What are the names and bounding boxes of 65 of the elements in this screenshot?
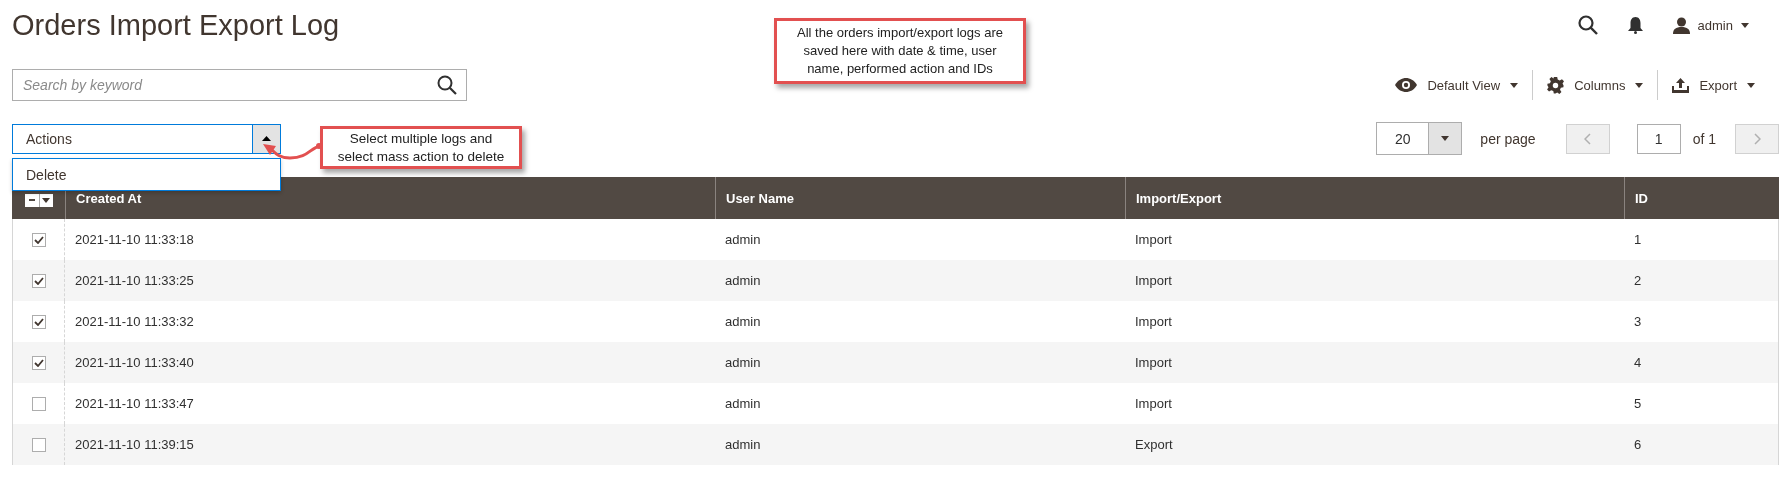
caret-icon xyxy=(42,197,50,203)
table-cell: 3 xyxy=(1634,314,1642,329)
per-page-label: per page xyxy=(1480,130,1536,147)
table-cell: 5 xyxy=(1634,396,1642,411)
page-title: Orders Import Export Log xyxy=(12,8,340,42)
table-cell: Import xyxy=(1135,396,1172,411)
table-cell: admin xyxy=(725,273,761,288)
mass-select-control[interactable] xyxy=(24,193,53,207)
search-icon xyxy=(437,75,457,95)
table-cell: 2021-11-10 11:33:25 xyxy=(75,273,194,288)
row-checkbox[interactable] xyxy=(31,232,46,247)
user-menu[interactable]: admin xyxy=(1672,16,1749,34)
page-size-select[interactable]: 20 xyxy=(1376,122,1463,155)
callout-note: All the orders import/export logs are saved here with date & time, user name, performed action and IDs xyxy=(774,18,1026,84)
upload-icon xyxy=(1672,77,1690,93)
actions-dropdown[interactable]: Actions xyxy=(12,123,281,154)
user-icon xyxy=(1672,16,1690,34)
table-cell: Import xyxy=(1135,232,1172,247)
table-cell: 2021-11-10 11:39:15 xyxy=(75,437,194,452)
row-checkbox[interactable] xyxy=(31,273,46,288)
search-icon[interactable] xyxy=(1577,15,1598,35)
table-cell: 2021-11-10 11:33:32 xyxy=(75,314,194,329)
row-checkbox[interactable] xyxy=(31,355,46,370)
column-header[interactable]: ID xyxy=(1624,177,1779,219)
table-cell: 2021-11-10 11:33:47 xyxy=(75,396,194,411)
row-checkbox[interactable] xyxy=(31,437,46,452)
table-cell: 4 xyxy=(1634,355,1642,370)
column-header[interactable]: Import/Export xyxy=(1125,177,1624,219)
table-cell: admin xyxy=(725,355,761,370)
table-cell: 2021-11-10 11:33:40 xyxy=(75,355,194,370)
table-cell: 6 xyxy=(1634,437,1642,452)
column-header[interactable]: User Name xyxy=(715,177,1125,219)
toolbar-button[interactable]: Columns xyxy=(1533,69,1658,101)
eye-icon xyxy=(1395,78,1418,92)
chevron-right-icon xyxy=(1753,132,1761,145)
table-cell: Export xyxy=(1135,437,1173,452)
table-cell: Import xyxy=(1135,355,1172,370)
table-cell: 2021-11-10 11:33:18 xyxy=(75,232,194,247)
caret-icon xyxy=(1741,22,1749,28)
table-cell: Import xyxy=(1135,314,1172,329)
callout-note: Select multiple logs and select mass action to delete xyxy=(320,126,522,169)
chevron-left-icon xyxy=(1584,132,1592,145)
bell-icon[interactable] xyxy=(1627,16,1643,34)
page-number-field[interactable]: 1 xyxy=(1636,123,1681,154)
gear-icon xyxy=(1547,76,1565,94)
table-cell: admin xyxy=(725,396,761,411)
row-checkbox[interactable] xyxy=(31,396,46,411)
table-cell: 1 xyxy=(1634,232,1642,247)
caret-up-icon xyxy=(262,136,271,141)
table-cell: admin xyxy=(725,314,761,329)
page-count-label: of 1 xyxy=(1692,130,1716,147)
toolbar-button[interactable]: Export xyxy=(1658,69,1769,101)
caret-icon xyxy=(1635,82,1644,88)
callout-arrow xyxy=(263,143,322,160)
toolbar-button[interactable]: Default View xyxy=(1381,69,1533,101)
search-field[interactable]: Search by keyword xyxy=(12,69,467,101)
row-checkbox[interactable] xyxy=(31,314,46,329)
caret-icon xyxy=(1510,82,1519,88)
caret-icon xyxy=(1441,136,1450,141)
table-cell: Import xyxy=(1135,273,1172,288)
caret-icon xyxy=(1747,82,1755,88)
table-cell: admin xyxy=(725,437,761,452)
table-cell: 2 xyxy=(1634,273,1642,288)
menu-option[interactable]: Delete xyxy=(13,159,280,190)
table-cell: admin xyxy=(725,232,761,247)
